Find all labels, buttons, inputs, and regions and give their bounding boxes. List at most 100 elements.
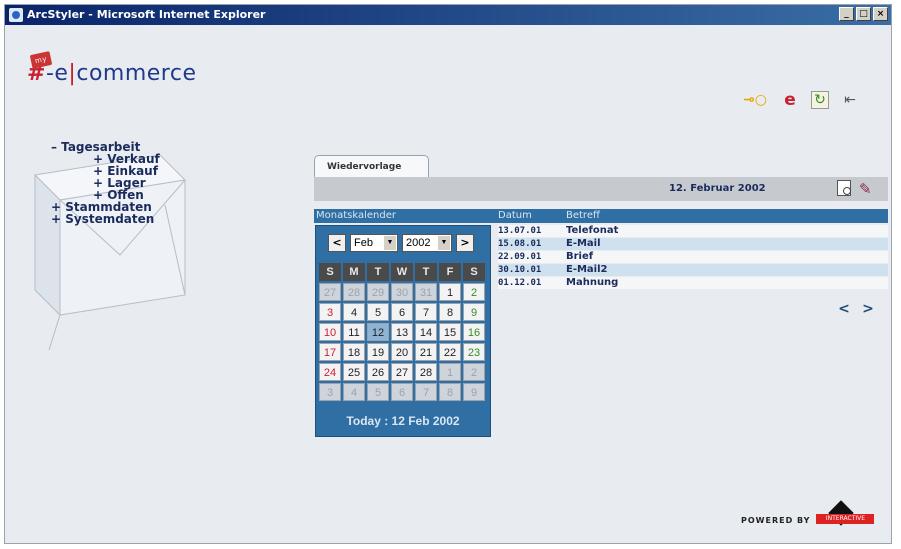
powered-by-label: POWERED BY [741,515,811,525]
calendar-day[interactable]: 5 [367,383,389,401]
entry-subject: Mahnung [566,277,619,288]
calendar-day[interactable]: 1 [439,283,461,301]
calendar-day[interactable]: 24 [319,363,341,381]
title-bar: ArcStyler - Microsoft Internet Explorer … [5,5,891,25]
calendar-day[interactable]: 2 [463,363,485,381]
weekday-tue: T [367,263,389,281]
weekday-header-row: S M T W T F S [319,263,487,281]
weekday-sun: S [319,263,341,281]
current-date: 12. Februar 2002 [669,183,766,194]
entry-subject: Telefonat [566,225,619,236]
brand-name: INTERACTIVE [816,514,875,524]
month-calendar: < Feb ▼ 2002 ▼ > S M T W T F S 27 28 29 … [315,225,491,437]
calendar-day[interactable]: 31 [415,283,437,301]
column-header-bar: Monatskalender Datum Betreff [314,209,888,223]
week-row: 24 25 26 27 28 1 2 [319,363,487,381]
calendar-day[interactable]: 10 [319,323,341,341]
calendar-day[interactable]: 21 [415,343,437,361]
weekday-thu: T [415,263,437,281]
calendar-day[interactable]: 19 [367,343,389,361]
calendar-day[interactable]: 26 [367,363,389,381]
close-button[interactable]: × [873,7,888,21]
week-row: 3 4 5 6 7 8 9 [319,303,487,321]
calendar-day[interactable]: 2 [463,283,485,301]
entry-date: 22.09.01 [498,252,542,262]
calendar-day[interactable]: 8 [439,383,461,401]
search-document-icon[interactable] [837,180,851,196]
calendar-day[interactable]: 6 [391,303,413,321]
calendar-day[interactable]: 3 [319,383,341,401]
list-item[interactable]: 13.07.01 Telefonat [498,225,888,237]
week-row: 10 11 12 13 14 15 16 [319,323,487,341]
prev-month-button[interactable]: < [328,234,346,252]
calendar-day[interactable]: 27 [391,363,413,381]
pager: < > [835,301,877,317]
betreff-column-header: Betreff [566,210,600,221]
calendar-day[interactable]: 29 [367,283,389,301]
calendar-day[interactable]: 14 [415,323,437,341]
chevron-down-icon: ▼ [384,236,396,250]
calendar-day[interactable]: 4 [343,383,365,401]
powered-by-footer: POWERED BY INTERACTIVE [741,500,875,530]
list-item[interactable]: 30.10.01 E-Mail2 [498,264,888,276]
calendar-day[interactable]: 30 [391,283,413,301]
panel-header: 12. Februar 2002 ✎ [314,177,888,201]
calendar-day[interactable]: 11 [343,323,365,341]
calendar-day[interactable]: 15 [439,323,461,341]
chevron-down-icon: ▼ [438,236,450,250]
today-button[interactable]: Today : 12 Feb 2002 [316,414,490,428]
calendar-column-label: Monatskalender [316,210,396,221]
week-row: 27 28 29 30 31 1 2 [319,283,487,301]
calendar-day[interactable]: 28 [343,283,365,301]
list-item[interactable]: 01.12.01 Mahnung [498,277,888,289]
calendar-day[interactable]: 25 [343,363,365,381]
weekday-sat: S [463,263,485,281]
calendar-day[interactable]: 17 [319,343,341,361]
navigation-menu: – Tagesarbeit + Verkauf + Einkauf + Lage… [51,141,160,225]
entry-date: 01.12.01 [498,278,542,288]
calendar-day[interactable]: 23 [463,343,485,361]
exit-door-icon[interactable]: ⇤ [841,91,859,109]
e-icon[interactable]: e [781,90,799,110]
calendar-day[interactable]: 9 [463,383,485,401]
page-content: my #-e|commerce ⊸○ e ↻ ⇤ – Tagesarbeit +… [5,25,891,543]
calendar-day[interactable]: 13 [391,323,413,341]
minimize-button[interactable]: _ [839,7,854,21]
edit-pen-icon[interactable]: ✎ [859,180,872,198]
entry-date: 30.10.01 [498,265,542,275]
calendar-day[interactable]: 1 [439,363,461,381]
calendar-day[interactable]: 3 [319,303,341,321]
list-item[interactable]: 15.08.01 E-Mail [498,238,888,250]
calendar-day[interactable]: 6 [391,383,413,401]
calendar-day[interactable]: 16 [463,323,485,341]
prev-page-button[interactable]: < [835,301,853,317]
next-month-button[interactable]: > [456,234,474,252]
calendar-day[interactable]: 7 [415,303,437,321]
week-row: 17 18 19 20 21 22 23 [319,343,487,361]
list-item[interactable]: 22.09.01 Brief [498,251,888,263]
maximize-button[interactable]: □ [856,7,871,21]
calendar-day[interactable]: 27 [319,283,341,301]
calendar-controls: < Feb ▼ 2002 ▼ > [328,234,474,252]
calendar-day[interactable]: 7 [415,383,437,401]
calendar-day[interactable]: 18 [343,343,365,361]
calendar-day[interactable]: 4 [343,303,365,321]
nav-item-systemdaten[interactable]: + Systemdaten [51,213,160,225]
calendar-day[interactable]: 22 [439,343,461,361]
refresh-icon[interactable]: ↻ [811,91,829,109]
key-icon[interactable]: ⊸○ [741,91,769,109]
calendar-day[interactable]: 20 [391,343,413,361]
calendar-day-selected[interactable]: 12 [367,323,389,341]
next-page-button[interactable]: > [859,301,877,317]
entry-subject: E-Mail2 [566,264,608,275]
calendar-day[interactable]: 28 [415,363,437,381]
internet-explorer-icon [9,8,23,22]
month-select[interactable]: Feb ▼ [350,234,398,252]
weekday-wed: W [391,263,413,281]
calendar-day[interactable]: 5 [367,303,389,321]
tab-wiedervorlage[interactable]: Wiedervorlage [314,155,429,177]
calendar-day[interactable]: 9 [463,303,485,321]
ecommerce-logo: my #-e|commerce [27,51,197,86]
calendar-day[interactable]: 8 [439,303,461,321]
year-select[interactable]: 2002 ▼ [402,234,452,252]
